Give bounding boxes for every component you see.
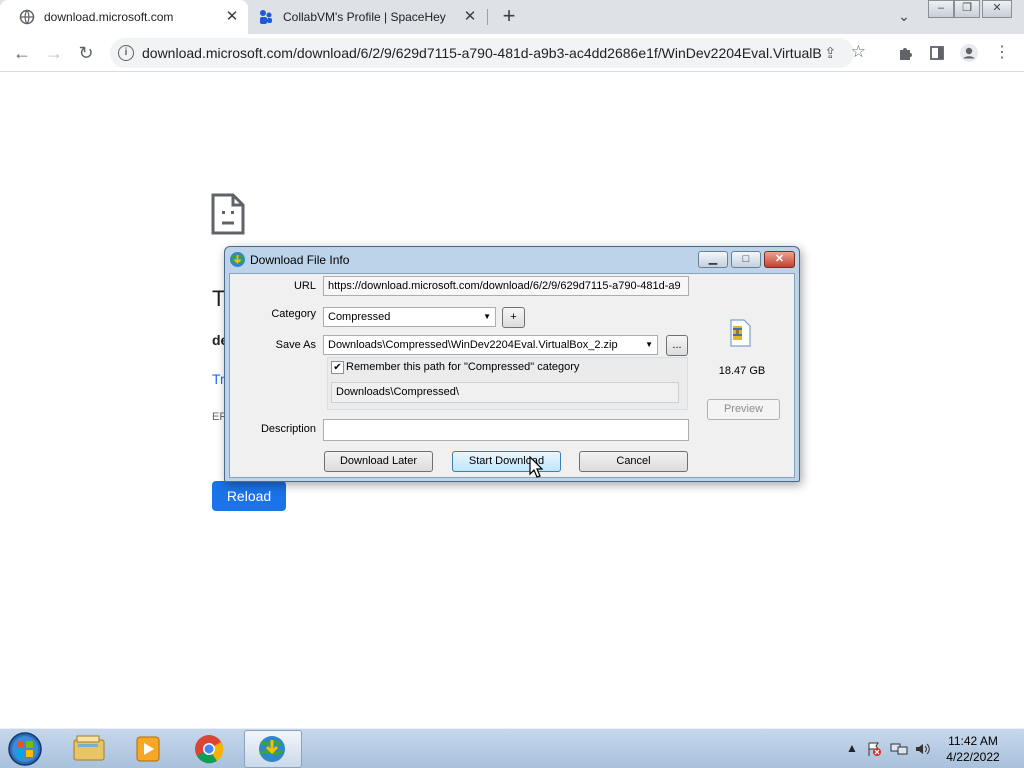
globe-icon — [19, 9, 35, 25]
new-tab-button[interactable]: + — [497, 5, 521, 29]
info-icon[interactable]: i — [118, 45, 134, 61]
category-select[interactable]: Compressed ▼ — [323, 307, 496, 327]
tab-title: CollabVM's Profile | SpaceHey — [283, 10, 446, 24]
tab-download-microsoft[interactable]: download.microsoft.com ✕ — [0, 0, 248, 34]
address-bar[interactable]: i download.microsoft.com/download/6/2/9/… — [110, 38, 866, 68]
browser-toolbar: ← → ↻ i download.microsoft.com/download/… — [0, 34, 1024, 72]
save-as-label: Save As — [275, 339, 316, 351]
category-label: Category — [271, 308, 316, 320]
bookmark-star-icon[interactable]: ☆ — [851, 42, 866, 62]
description-label: Description — [260, 423, 316, 435]
browse-button[interactable]: ... — [666, 335, 688, 356]
dialog-close-button[interactable]: ✕ — [764, 251, 795, 268]
spacehey-icon — [258, 9, 274, 25]
dialog-minimize-button[interactable]: ▁ — [698, 251, 728, 268]
show-hidden-icons-icon[interactable]: ▲ — [846, 741, 858, 755]
clock-time: 11:42 AM — [948, 734, 998, 748]
clock-date: 4/22/2022 — [946, 750, 1000, 764]
side-panel-icon[interactable] — [926, 42, 948, 64]
dialog-titlebar[interactable]: Download File Info ▁ □ ✕ — [225, 247, 799, 273]
chrome-icon — [195, 735, 224, 764]
category-value: Compressed — [328, 311, 391, 323]
taskbar-media-player[interactable] — [120, 730, 178, 768]
close-tab-icon[interactable]: ✕ — [460, 7, 480, 27]
tab-strip: download.microsoft.com ✕ CollabVM's Prof… — [0, 0, 1024, 34]
share-icon[interactable]: ⇪ — [824, 44, 837, 62]
reload-icon[interactable]: ↻ — [74, 41, 98, 65]
remember-path-label: Remember this path for "Compressed" cate… — [346, 361, 580, 373]
zip-file-icon — [727, 319, 753, 347]
tab-separator — [487, 9, 488, 25]
reload-button[interactable]: Reload — [212, 481, 286, 511]
media-player-icon — [136, 736, 160, 762]
mouse-cursor-icon — [529, 455, 544, 478]
idm-icon — [259, 736, 285, 762]
preview-button[interactable]: Preview — [707, 399, 780, 420]
tab-title: download.microsoft.com — [44, 10, 174, 24]
file-size: 18.47 GB — [718, 365, 766, 377]
menu-kebab-icon[interactable]: ⋮ — [991, 42, 1013, 64]
dialog-title: Download File Info — [250, 253, 350, 267]
save-as-value: Downloads\Compressed\WinDev2204Eval.Virt… — [328, 339, 618, 351]
close-window-button[interactable]: ✕ — [982, 0, 1012, 18]
profile-avatar-icon[interactable] — [958, 42, 980, 64]
chevron-down-icon[interactable]: ⌄ — [895, 8, 913, 26]
download-later-button[interactable]: Download Later — [324, 451, 433, 472]
network-icon[interactable] — [890, 741, 908, 760]
default-path-field: Downloads\Compressed\ — [331, 382, 679, 403]
explorer-icon — [73, 735, 105, 761]
description-field[interactable] — [323, 419, 689, 441]
start-download-button[interactable]: Start Download — [452, 451, 561, 472]
idm-globe-icon — [229, 251, 246, 268]
remember-path-checkbox[interactable]: ✔ — [331, 361, 344, 374]
taskbar-explorer[interactable] — [60, 730, 118, 768]
minimize-window-button[interactable]: – — [928, 0, 954, 18]
url-field[interactable]: https://download.microsoft.com/download/… — [323, 276, 689, 296]
taskbar: ▲ 11:42 AM 4/22/2022 — [0, 728, 1024, 768]
close-tab-icon[interactable]: ✕ — [222, 7, 242, 27]
try-link[interactable]: Tr — [212, 371, 225, 387]
taskbar-clock[interactable]: 11:42 AM 4/22/2022 — [930, 733, 1016, 765]
start-orb-icon[interactable] — [6, 731, 44, 767]
dialog-maximize-button[interactable]: □ — [731, 251, 761, 268]
tab-spacehey[interactable]: CollabVM's Profile | SpaceHey ✕ — [250, 0, 486, 34]
forward-arrow-icon[interactable]: → — [42, 41, 66, 65]
save-as-select[interactable]: Downloads\Compressed\WinDev2204Eval.Virt… — [323, 335, 658, 355]
chevron-down-icon[interactable]: ▼ — [645, 336, 653, 354]
cancel-button[interactable]: Cancel — [579, 451, 688, 472]
taskbar-chrome[interactable] — [182, 730, 240, 768]
chevron-down-icon[interactable]: ▼ — [483, 308, 491, 326]
action-center-flag-icon[interactable] — [866, 741, 882, 760]
add-category-button[interactable]: + — [502, 307, 525, 328]
url-label: URL — [293, 280, 316, 292]
back-arrow-icon[interactable]: ← — [10, 41, 34, 65]
address-url[interactable]: download.microsoft.com/download/6/2/9/62… — [142, 45, 822, 61]
restore-window-button[interactable]: ❐ — [954, 0, 980, 18]
extensions-puzzle-icon[interactable] — [894, 42, 916, 64]
taskbar-idm[interactable] — [244, 730, 302, 768]
sad-document-icon — [211, 193, 245, 235]
